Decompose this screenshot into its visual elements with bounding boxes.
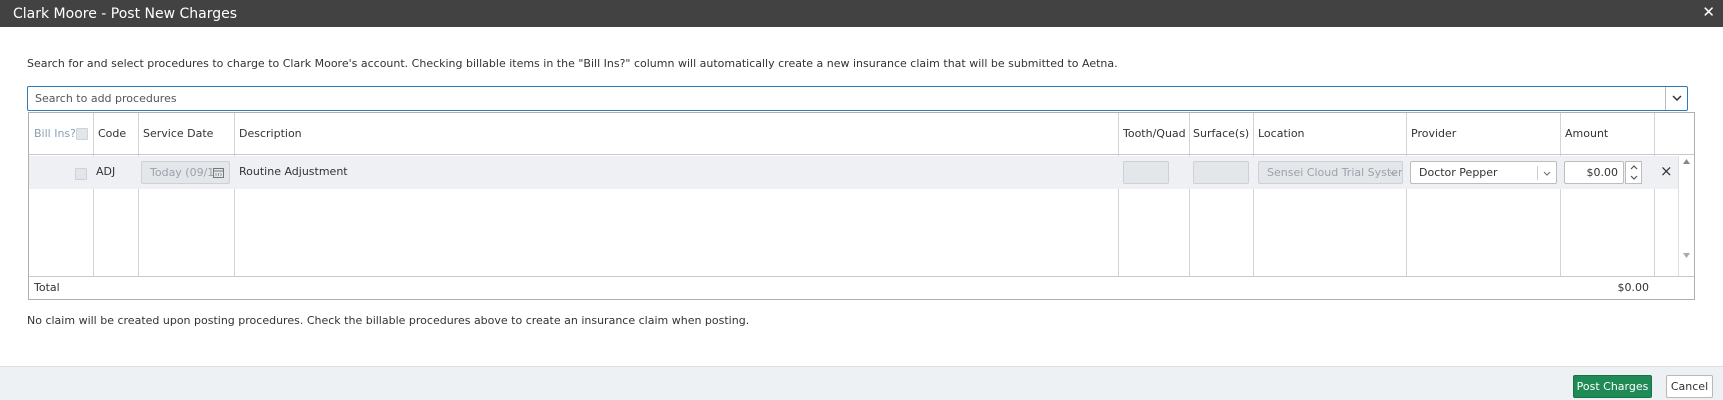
provider-select[interactable]: Doctor Pepper [1410, 161, 1557, 184]
chevron-down-icon [1389, 171, 1397, 176]
col-header-service-date: Service Date [143, 127, 214, 140]
chevron-down-icon [1543, 171, 1551, 176]
col-header-location: Location [1258, 127, 1305, 140]
total-label: Total [34, 281, 60, 294]
dialog-titlebar: Clark Moore - Post New Charges ✕ [0, 0, 1723, 27]
procedure-search-input[interactable] [28, 87, 1664, 110]
total-amount: $0.00 [1617, 281, 1650, 294]
scroll-up-icon[interactable] [1683, 159, 1690, 164]
dialog-footer: Post Charges Cancel [0, 366, 1723, 400]
delete-row-icon[interactable]: × [1660, 162, 1673, 180]
tooth-quad-field [1123, 161, 1169, 184]
col-header-tooth-quad: Tooth/Quad [1123, 127, 1186, 140]
chevron-down-icon[interactable] [1630, 175, 1638, 180]
close-icon[interactable]: ✕ [1702, 3, 1715, 21]
amount-value: $0.00 [1586, 166, 1619, 179]
search-dropdown-button[interactable] [1665, 87, 1687, 110]
row-code: ADJ [96, 165, 116, 178]
location-value: Sensei Cloud Trial Syster [1267, 166, 1403, 179]
col-header-provider: Provider [1411, 127, 1457, 140]
chevron-down-icon [1671, 95, 1682, 102]
col-header-description: Description [239, 127, 302, 140]
col-header-amount: Amount [1565, 127, 1609, 140]
calendar-icon [213, 168, 224, 178]
service-date-value: Today (09/1 [150, 166, 215, 179]
col-header-bill-ins: Bill Ins? [34, 127, 76, 140]
surfaces-field [1193, 161, 1249, 184]
col-header-code: Code [98, 127, 127, 140]
cancel-button[interactable]: Cancel [1666, 375, 1713, 398]
provider-value: Doctor Pepper [1419, 166, 1498, 179]
bill-ins-checkbox[interactable] [75, 168, 87, 180]
table-row: ADJ Today (09/1 Routine Adjustment Sense… [29, 156, 1678, 189]
chevron-up-icon[interactable] [1630, 165, 1638, 170]
service-date-field: Today (09/1 [141, 161, 230, 184]
amount-field[interactable]: $0.00 [1564, 161, 1624, 184]
location-select: Sensei Cloud Trial Syster [1258, 161, 1403, 184]
table-header: Bill Ins? Code Service Date Description … [29, 113, 1694, 155]
charges-table: Bill Ins? Code Service Date Description … [28, 112, 1695, 300]
table-footer: Total $0.00 [29, 276, 1694, 299]
amount-stepper[interactable] [1625, 161, 1642, 184]
col-header-surfaces: Surface(s) [1193, 127, 1250, 140]
scroll-down-icon[interactable] [1683, 253, 1690, 258]
dialog-title: Clark Moore - Post New Charges [13, 5, 238, 22]
claim-note: No claim will be created upon posting pr… [27, 314, 750, 327]
row-description: Routine Adjustment [239, 165, 348, 178]
instructions-text: Search for and select procedures to char… [27, 57, 1118, 70]
procedure-search[interactable] [27, 86, 1688, 111]
select-all-bill-ins-checkbox[interactable] [76, 128, 88, 140]
post-charges-button[interactable]: Post Charges [1573, 375, 1652, 398]
